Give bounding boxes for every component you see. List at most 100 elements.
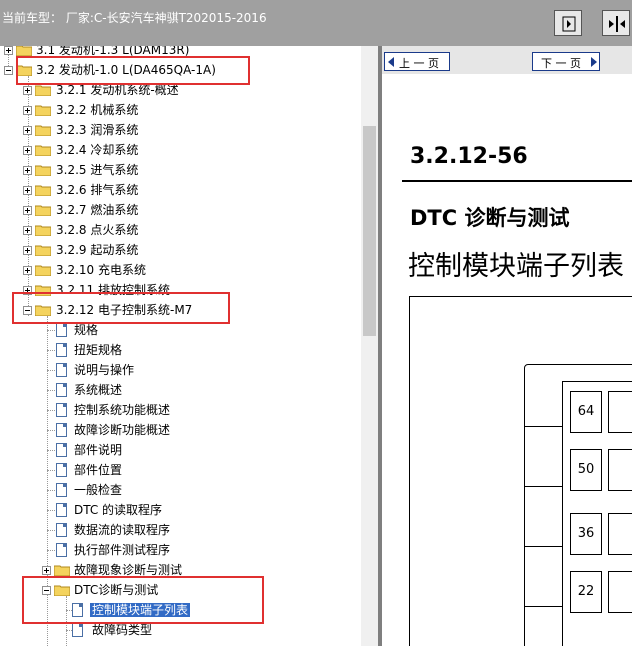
- tree-item-label: 3.2.8 点火系统: [56, 223, 139, 237]
- expand-icon[interactable]: [23, 166, 32, 175]
- tree-item-3-2-9[interactable]: 3.2.9 起动系统: [0, 240, 360, 260]
- expand-pane-button[interactable]: [602, 10, 630, 36]
- document-icon: [56, 543, 67, 557]
- folder-icon: [35, 265, 51, 276]
- collapse-icon[interactable]: [4, 66, 13, 75]
- tree-doc-item[interactable]: 部件位置: [0, 460, 360, 480]
- document-icon: [56, 383, 67, 397]
- document-icon: [56, 443, 67, 457]
- pin-label: 64: [570, 391, 602, 433]
- expand-icon[interactable]: [4, 46, 13, 55]
- pin-label: 50: [570, 449, 602, 491]
- toc-tree-pane: 3.1 发动机-1.3 L(DAM13R) 3.2 发动机-1.0 L(DA46…: [0, 46, 378, 646]
- tree-doc-item[interactable]: DTC 的读取程序: [0, 500, 360, 520]
- expand-icon[interactable]: [23, 126, 32, 135]
- page-subtitle: 控制模块端子列表: [408, 251, 624, 282]
- expand-pane-icon: [609, 16, 625, 32]
- document-icon: [56, 483, 67, 497]
- expand-icon[interactable]: [23, 206, 32, 215]
- expand-icon[interactable]: [23, 246, 32, 255]
- expand-icon[interactable]: [23, 226, 32, 235]
- content-pane: 上 一 页 下 一 页 3.2.12-56 DTC 诊断与测试 控制模块端子列表…: [382, 46, 632, 646]
- title-rule: [402, 180, 632, 182]
- tree-item-3-2-6[interactable]: 3.2.6 排气系统: [0, 180, 360, 200]
- document-icon: [56, 403, 67, 417]
- folder-icon: [54, 565, 70, 576]
- tree-item-3-2-10[interactable]: 3.2.10 充电系统: [0, 260, 360, 280]
- tree-doc-item[interactable]: 故障诊断功能概述: [0, 420, 360, 440]
- document-icon: [56, 423, 67, 437]
- folder-icon: [35, 85, 51, 96]
- tree-item-3-2-4[interactable]: 3.2.4 冷却系统: [0, 140, 360, 160]
- page-number: 3.2.12-56: [410, 144, 528, 169]
- connector-divider: [524, 426, 562, 427]
- tree-item-label: DTC 的读取程序: [74, 503, 163, 517]
- tree-item-label: 扭矩规格: [74, 343, 123, 357]
- tree-doc-item[interactable]: 一般检查: [0, 480, 360, 500]
- tree-doc-item[interactable]: 控制系统功能概述: [0, 400, 360, 420]
- current-vehicle-label: 当前车型： 厂家:C-长安汽车神骐T202015-2016: [2, 11, 267, 25]
- next-page-button[interactable]: 下 一 页: [532, 52, 600, 71]
- folder-icon: [35, 105, 51, 116]
- tree-doc-item[interactable]: 部件说明: [0, 440, 360, 460]
- tree-item-label: 3.2.5 进气系统: [56, 163, 139, 177]
- tree-item-label: 3.2.6 排气系统: [56, 183, 139, 197]
- pin-cell: [608, 391, 632, 433]
- document-icon: [56, 323, 67, 337]
- prev-page-button[interactable]: 上 一 页: [384, 52, 450, 71]
- pin-cell: [608, 571, 632, 613]
- tree-item-label: 3.2.9 起动系统: [56, 243, 139, 257]
- pin-cell: [608, 513, 632, 555]
- folder-icon: [35, 185, 51, 196]
- highlight-box: [16, 56, 250, 85]
- collapse-pane-button[interactable]: [554, 10, 582, 36]
- tree-item-3-2-3[interactable]: 3.2.3 润滑系统: [0, 120, 360, 140]
- tree-doc-item[interactable]: 说明与操作: [0, 360, 360, 380]
- arrow-left-icon: [388, 57, 394, 67]
- tree-scrollbar[interactable]: [361, 46, 378, 646]
- folder-icon: [35, 165, 51, 176]
- document-icon: [56, 463, 67, 477]
- expand-icon[interactable]: [23, 186, 32, 195]
- tree-doc-item[interactable]: 数据流的读取程序: [0, 520, 360, 540]
- tree-item-3-2-5[interactable]: 3.2.5 进气系统: [0, 160, 360, 180]
- tree-item-label: 执行部件测试程序: [74, 543, 171, 557]
- tree-item-label: 说明与操作: [74, 363, 135, 377]
- tree-item-3-2-8[interactable]: 3.2.8 点火系统: [0, 220, 360, 240]
- tree-item-label: 故障诊断功能概述: [74, 423, 171, 437]
- expand-icon[interactable]: [23, 146, 32, 155]
- tree-item-label: 控制系统功能概述: [74, 403, 171, 417]
- tree-item-label: 系统概述: [74, 383, 123, 397]
- tree-item-label: 3.2.7 燃油系统: [56, 203, 139, 217]
- scrollbar-thumb[interactable]: [363, 126, 376, 336]
- expand-icon[interactable]: [42, 566, 51, 575]
- tree-doc-item[interactable]: 执行部件测试程序: [0, 540, 360, 560]
- document-icon: [56, 363, 67, 377]
- prev-page-label: 上 一 页: [399, 57, 439, 70]
- document-icon: [72, 623, 83, 637]
- collapse-pane-icon: [562, 16, 576, 32]
- expand-icon[interactable]: [23, 86, 32, 95]
- tree-item-label: 3.2.10 充电系统: [56, 263, 146, 277]
- folder-icon: [35, 225, 51, 236]
- page-nav-bar: 上 一 页 下 一 页: [382, 46, 632, 74]
- section-title: DTC 诊断与测试: [410, 206, 570, 230]
- tree-item-3-2-2[interactable]: 3.2.2 机械系统: [0, 100, 360, 120]
- connector-divider: [524, 606, 562, 607]
- next-page-label: 下 一 页: [541, 57, 581, 70]
- tree-item-3-2-7[interactable]: 3.2.7 燃油系统: [0, 200, 360, 220]
- tree-item-label: 3.2.4 冷却系统: [56, 143, 139, 157]
- pin-label: 22: [570, 571, 602, 613]
- tree-doc-item[interactable]: 扭矩规格: [0, 340, 360, 360]
- tree-doc-item[interactable]: 系统概述: [0, 380, 360, 400]
- tree-item-label: 规格: [74, 323, 99, 337]
- pin-cell: [608, 449, 632, 491]
- pin-label: 36: [570, 513, 602, 555]
- document-icon: [56, 343, 67, 357]
- expand-icon[interactable]: [23, 266, 32, 275]
- expand-icon[interactable]: [23, 106, 32, 115]
- folder-icon: [35, 245, 51, 256]
- connector-divider: [524, 486, 562, 487]
- arrow-right-icon: [591, 57, 597, 67]
- document-icon: [56, 503, 67, 517]
